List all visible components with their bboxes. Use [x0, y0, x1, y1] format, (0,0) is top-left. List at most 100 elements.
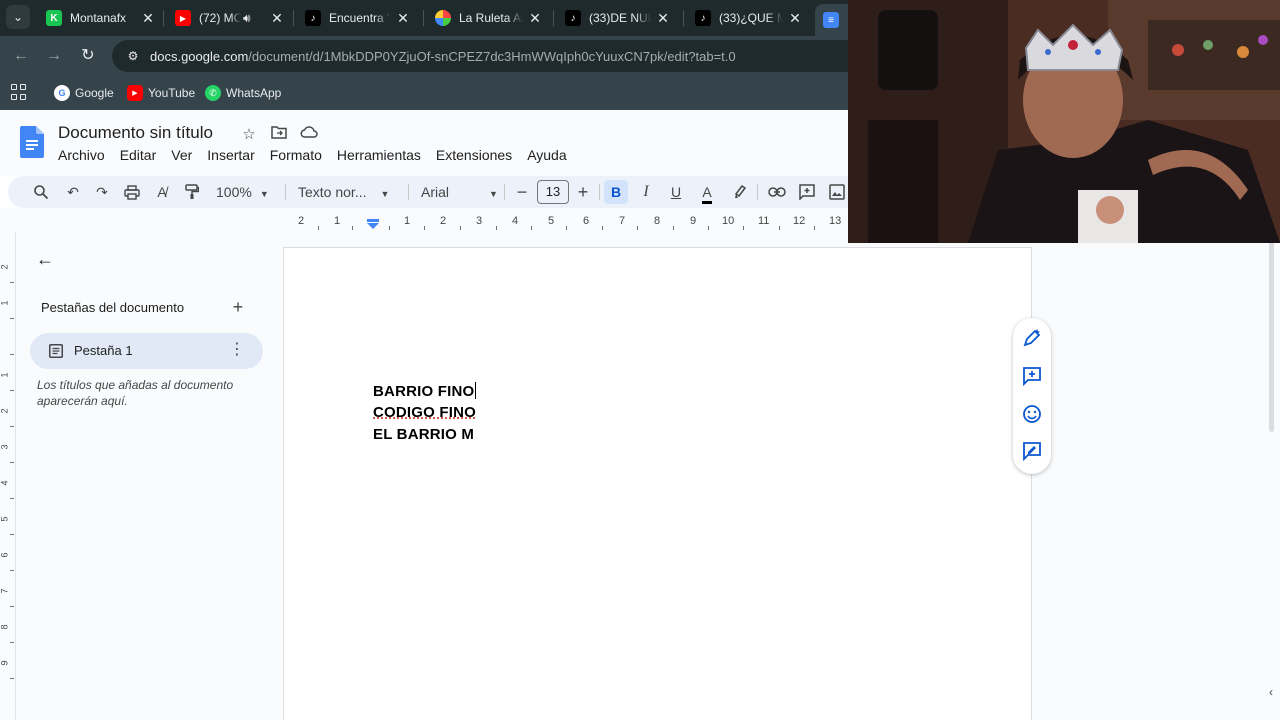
- insert-image-icon[interactable]: [826, 180, 848, 204]
- add-tab-button[interactable]: +: [228, 297, 248, 317]
- decrease-font-size-button[interactable]: −: [512, 180, 532, 204]
- document-line[interactable]: BARRIO FINO: [373, 382, 477, 400]
- browser-tab[interactable]: La Ruleta Ale ✕: [435, 4, 543, 32]
- ruler-tick: [10, 678, 14, 679]
- bookmark-google[interactable]: G Google: [54, 83, 114, 103]
- close-icon[interactable]: ✕: [269, 10, 285, 26]
- zoom-select[interactable]: 100% ▼: [216, 180, 269, 204]
- reload-icon[interactable]: ↻: [76, 44, 100, 68]
- underline-button[interactable]: U: [665, 180, 687, 204]
- url-path: /document/d/1MbkDDP0YZjuOf-snCPEZ7dc3HmW…: [248, 48, 736, 64]
- menu-formato[interactable]: Formato: [270, 147, 322, 163]
- document-line[interactable]: CODIGO FINO: [373, 404, 476, 421]
- apps-icon[interactable]: [11, 84, 27, 100]
- browser-tab[interactable]: ♪ Encuentra 'b ✕: [305, 4, 411, 32]
- text-color-icon: A: [702, 183, 712, 204]
- forward-icon[interactable]: →: [42, 44, 66, 68]
- side-actions-panel: [1013, 318, 1051, 474]
- browser-tab[interactable]: ♪ (33)DE NUEV ✕: [565, 4, 671, 32]
- search-menus-icon[interactable]: [30, 180, 52, 204]
- menu-ver[interactable]: Ver: [171, 147, 192, 163]
- site-settings-icon[interactable]: ⚙: [122, 49, 144, 63]
- browser-tab[interactable]: ♪ (33)¿QUE M ✕: [695, 4, 803, 32]
- ruler-number: 2: [298, 215, 305, 227]
- ruler-number: 4: [0, 480, 10, 486]
- menu-insertar[interactable]: Insertar: [207, 147, 254, 163]
- browser-tab[interactable]: K Montanafx ✕: [46, 4, 156, 32]
- menu-archivo[interactable]: Archivo: [58, 147, 105, 163]
- tab-separator: [423, 10, 424, 26]
- document-title[interactable]: Documento sin título: [58, 123, 213, 143]
- bookmark-youtube[interactable]: ▶ YouTube: [127, 83, 195, 103]
- font-size-input[interactable]: 13: [537, 180, 569, 204]
- toolbar-separator: [504, 184, 505, 200]
- paint-format-icon[interactable]: [181, 180, 203, 204]
- menu-herramientas[interactable]: Herramientas: [337, 147, 421, 163]
- youtube-icon: ▶: [175, 10, 191, 26]
- back-icon[interactable]: ←: [9, 44, 33, 68]
- toolbar-separator: [285, 184, 286, 200]
- vertical-ruler[interactable]: 2 1 1 2 3 4 5 6 7 8 9: [0, 232, 16, 720]
- document-page[interactable]: [283, 247, 1032, 720]
- redo-icon[interactable]: ↷: [91, 180, 113, 204]
- address-bar[interactable]: ⚙ docs.google.com/document/d/1MbkDDP0YZj…: [112, 40, 872, 72]
- document-tab-item[interactable]: Pestaña 1 ⋮: [30, 333, 263, 369]
- close-icon[interactable]: ✕: [395, 10, 411, 26]
- ruler-number: 1: [0, 372, 10, 378]
- document-line[interactable]: EL BARRIO M: [373, 426, 474, 443]
- paragraph-style-select[interactable]: Texto nor... ▼: [298, 180, 389, 204]
- add-comment-icon[interactable]: [796, 180, 818, 204]
- menu-extensiones[interactable]: Extensiones: [436, 147, 512, 163]
- ruler-tick: [10, 318, 14, 319]
- ruler-tick: [10, 534, 14, 535]
- speaker-icon[interactable]: 🔊︎: [243, 11, 251, 26]
- bookmark-whatsapp[interactable]: ✆ WhatsApp: [205, 83, 281, 103]
- add-comment-icon[interactable]: [1022, 366, 1042, 386]
- ruler-tick: [10, 426, 14, 427]
- ruler-tick: [352, 226, 353, 230]
- italic-button[interactable]: I: [635, 180, 657, 204]
- ruler-number: 4: [512, 215, 519, 227]
- suggest-edits-icon[interactable]: [1022, 441, 1042, 461]
- star-icon[interactable]: ☆: [234, 125, 264, 143]
- print-icon[interactable]: [121, 180, 143, 204]
- more-options-icon[interactable]: ⋮: [229, 341, 245, 359]
- font-select[interactable]: Arial ▼: [421, 180, 498, 204]
- move-folder-icon[interactable]: [264, 125, 294, 143]
- ruler-tick: [602, 226, 603, 230]
- close-icon[interactable]: ✕: [787, 10, 803, 26]
- toolbar-separator: [408, 184, 409, 200]
- browser-tab[interactable]: ▶ (72) MC 🔊︎ ✕: [175, 4, 285, 32]
- chevron-left-icon[interactable]: ‹: [1263, 682, 1279, 702]
- ruler-tick: [566, 226, 567, 230]
- ruler-number: 3: [0, 444, 10, 450]
- menu-editar[interactable]: Editar: [120, 147, 157, 163]
- close-icon[interactable]: ✕: [527, 10, 543, 26]
- ruler-number: 5: [548, 215, 555, 227]
- tab-search-button[interactable]: ⌄: [6, 5, 30, 29]
- ruler-number: 5: [0, 516, 10, 522]
- insert-link-icon[interactable]: [766, 180, 788, 204]
- ruler-number: 1: [0, 300, 10, 306]
- close-icon[interactable]: ✕: [655, 10, 671, 26]
- edit-pencil-icon[interactable]: [1022, 328, 1042, 348]
- tab-title: La Ruleta Ale: [459, 11, 523, 25]
- increase-font-size-button[interactable]: +: [573, 180, 593, 204]
- spellcheck-icon[interactable]: A̸: [151, 180, 173, 204]
- ruler-number: 7: [0, 588, 10, 594]
- bold-button[interactable]: B: [604, 180, 628, 204]
- back-arrow-icon[interactable]: ←: [36, 250, 56, 270]
- text-color-button[interactable]: A: [696, 180, 718, 204]
- menu-ayuda[interactable]: Ayuda: [527, 147, 566, 163]
- undo-icon[interactable]: ↶: [62, 180, 84, 204]
- indent-marker-icon[interactable]: [367, 219, 379, 229]
- ruler-number: 7: [619, 215, 626, 227]
- cloud-status-icon[interactable]: [294, 125, 324, 143]
- docs-logo-icon[interactable]: [20, 126, 44, 158]
- highlight-icon[interactable]: [729, 180, 751, 204]
- ruler-tick: [460, 226, 461, 230]
- emoji-reaction-icon[interactable]: [1022, 404, 1042, 424]
- vertical-scrollbar[interactable]: [1269, 232, 1274, 432]
- ruler-number: 12: [793, 215, 806, 227]
- close-icon[interactable]: ✕: [140, 10, 156, 26]
